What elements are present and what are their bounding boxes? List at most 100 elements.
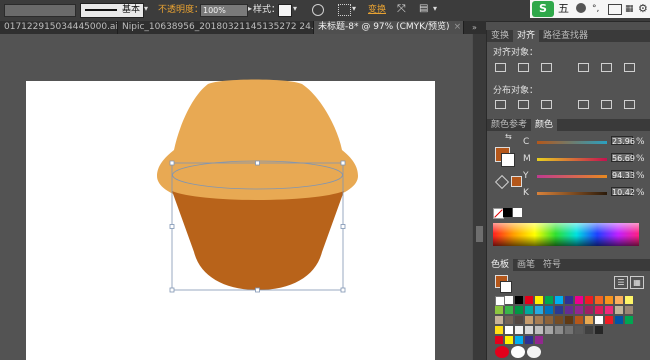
swatch[interactable] (555, 296, 563, 304)
swatch[interactable] (545, 296, 553, 304)
artwork[interactable] (0, 0, 472, 360)
swatch[interactable] (505, 316, 513, 324)
list-view-icon[interactable]: ☰ (614, 276, 628, 289)
swatch[interactable] (515, 306, 523, 314)
swatch[interactable] (575, 316, 583, 324)
horizontal-distribute-center-icon[interactable] (601, 100, 612, 109)
swatch[interactable] (595, 296, 603, 304)
tab-swatches[interactable]: 色板 (487, 259, 514, 271)
swatch[interactable] (585, 296, 593, 304)
swatch[interactable] (545, 306, 553, 314)
swatch[interactable] (535, 336, 543, 344)
out-of-gamut-icon[interactable] (494, 174, 510, 190)
cup-body-shape[interactable] (172, 191, 344, 290)
magenta-slider[interactable] (537, 158, 607, 161)
swatch[interactable] (575, 326, 583, 334)
swatch[interactable] (615, 296, 623, 304)
swatch[interactable] (525, 306, 533, 314)
stroke-swatch[interactable] (501, 153, 515, 167)
vertical-align-center-icon[interactable] (601, 63, 612, 72)
swatch[interactable] (565, 326, 573, 334)
vertical-distribute-top-icon[interactable] (495, 100, 506, 109)
swatch[interactable] (535, 326, 543, 334)
swatch[interactable] (615, 306, 623, 314)
swatch[interactable] (527, 346, 541, 358)
tab-brushes[interactable]: 画笔 (513, 259, 539, 271)
swatch[interactable] (545, 326, 553, 334)
vertical-distribute-center-icon[interactable] (518, 100, 529, 109)
tab-align[interactable]: 对齐 (513, 30, 540, 42)
swatch[interactable] (605, 296, 613, 304)
vertical-align-top-icon[interactable] (578, 63, 589, 72)
ime-moon-icon[interactable] (576, 3, 586, 13)
horizontal-distribute-right-icon[interactable] (624, 100, 635, 109)
ime-mode-label[interactable]: 五 (558, 2, 569, 16)
swatch[interactable] (605, 316, 613, 324)
swatch[interactable] (555, 306, 563, 314)
keyboard-icon[interactable] (608, 4, 622, 15)
swatch[interactable] (525, 296, 533, 304)
swatch[interactable] (595, 326, 603, 334)
swatch[interactable] (565, 306, 573, 314)
yellow-slider[interactable] (537, 175, 607, 178)
swatch[interactable] (615, 316, 623, 324)
swatch[interactable] (525, 326, 533, 334)
swatch[interactable] (525, 336, 533, 344)
tabs-overflow-icon[interactable]: » (472, 23, 477, 32)
swatch[interactable] (535, 316, 543, 324)
vertical-distribute-bottom-icon[interactable] (541, 100, 552, 109)
swatch[interactable] (575, 296, 583, 304)
tab-color-guide[interactable]: 颜色参考 (487, 119, 531, 131)
magenta-value[interactable]: 56.69 (611, 153, 635, 163)
tab-transform[interactable]: 变换 (487, 30, 513, 42)
swatch[interactable] (515, 336, 523, 344)
swatch-stroke-indicator[interactable] (500, 281, 512, 293)
swatch[interactable] (515, 316, 523, 324)
swatch[interactable] (595, 316, 603, 324)
tab-symbols[interactable]: 符号 (539, 259, 565, 271)
white-swatch[interactable] (513, 208, 522, 217)
cyan-slider[interactable] (537, 141, 607, 144)
black-slider[interactable] (537, 192, 607, 195)
ime-skin-icon[interactable]: ⚙ (638, 2, 648, 16)
swatch[interactable] (495, 296, 505, 306)
swatch[interactable] (495, 316, 503, 324)
yellow-value[interactable]: 94.33 (611, 170, 635, 180)
swatch[interactable] (625, 316, 633, 324)
swatch[interactable] (495, 346, 509, 358)
horizontal-distribute-left-icon[interactable] (578, 100, 589, 109)
swatch[interactable] (595, 306, 603, 314)
black-swatch[interactable] (503, 208, 512, 217)
swatch[interactable] (625, 306, 633, 314)
swatch[interactable] (555, 326, 563, 334)
swatch[interactable] (625, 296, 633, 304)
swap-fill-stroke-icon[interactable]: ⇆ (505, 132, 512, 141)
swatch[interactable] (585, 316, 593, 324)
ime-punct-icon[interactable]: °, (592, 2, 599, 16)
swatch[interactable] (535, 296, 543, 304)
swatch[interactable] (505, 296, 513, 304)
swatch[interactable] (505, 336, 513, 344)
grid-view-icon[interactable]: ▦ (630, 276, 644, 289)
swatch[interactable] (515, 326, 523, 334)
horizontal-align-left-icon[interactable] (495, 63, 506, 72)
swatch[interactable] (585, 306, 593, 314)
cyan-value[interactable]: 23.96 (611, 136, 635, 146)
swatch[interactable] (605, 306, 613, 314)
swatch[interactable] (585, 326, 593, 334)
swatch[interactable] (555, 316, 563, 324)
swatch[interactable] (515, 296, 523, 304)
swatch[interactable] (535, 306, 543, 314)
horizontal-align-right-icon[interactable] (541, 63, 552, 72)
black-value[interactable]: 10.42 (611, 187, 635, 197)
scrollbar-thumb[interactable] (476, 226, 483, 242)
gamut-color-swatch[interactable] (511, 176, 522, 187)
swatch[interactable] (511, 346, 525, 358)
swatch[interactable] (565, 316, 573, 324)
swatch[interactable] (505, 326, 513, 334)
horizontal-align-center-icon[interactable] (518, 63, 529, 72)
swatch[interactable] (525, 316, 533, 324)
swatch[interactable] (545, 316, 553, 324)
tab-color[interactable]: 颜色 (531, 119, 558, 131)
ime-more-icon[interactable]: ▦ (625, 2, 634, 16)
